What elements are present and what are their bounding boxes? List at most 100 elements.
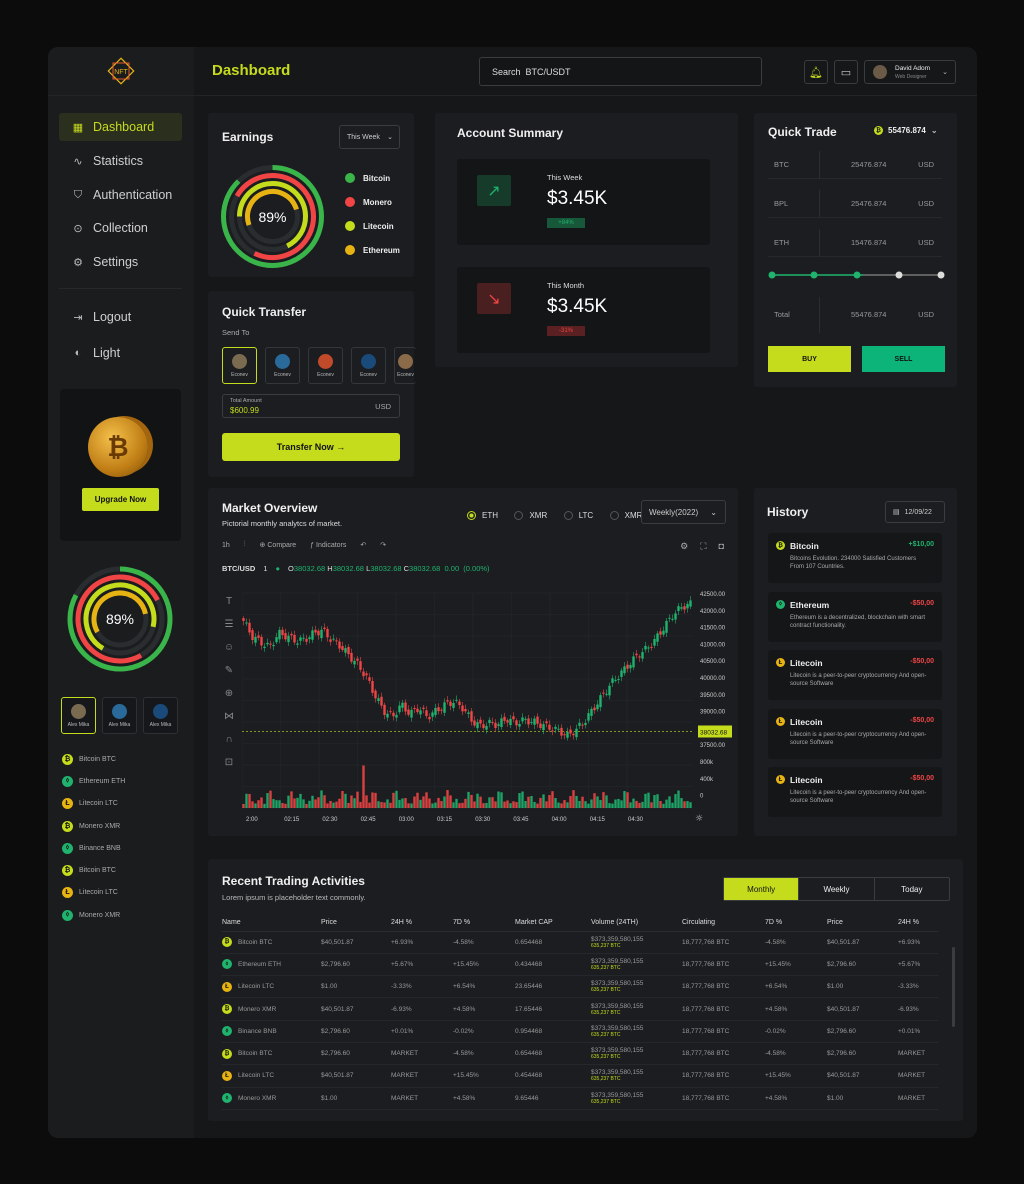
trade-row[interactable]: ETH 15476.874 USD — [768, 229, 942, 257]
list-item[interactable]: Ł Litecoin LTC — [62, 793, 125, 815]
volume-bar — [434, 802, 437, 808]
list-item[interactable]: ⬨ Ethereum ETH — [62, 770, 125, 792]
indicators-button[interactable]: ƒ Indicators — [310, 542, 346, 549]
sidebar-item-collection[interactable]: ⊙ Collection — [59, 214, 182, 242]
sliders-icon[interactable]: ☰ — [225, 619, 234, 630]
sidebar-item-dashboard[interactable]: ▦ Dashboard — [59, 113, 182, 141]
undo-icon[interactable]: ↶ — [360, 541, 366, 549]
avatar-card[interactable]: Alex Mika — [143, 697, 178, 734]
camera-icon[interactable]: ◘ — [719, 541, 724, 552]
buy-button[interactable]: BUY — [768, 346, 851, 372]
pair-radio[interactable]: XMR — [609, 511, 642, 520]
history-item[interactable]: Ł Litecoin -$50,00 Litecoin is a peer-to-pe… — [768, 767, 942, 817]
shield-icon: ⛉ — [73, 188, 83, 201]
table-row[interactable]: ⬨ Binance BNB $2,796.60 +0.01% -0.02% 0.95446… — [222, 1020, 938, 1043]
nft-logo[interactable]: NFT — [106, 56, 136, 86]
volume-bar — [269, 790, 272, 808]
volume-bar — [350, 795, 353, 808]
contact-card[interactable]: Econev — [351, 347, 386, 384]
message-button[interactable]: ▭ — [834, 60, 858, 84]
pair-radio[interactable]: LTC — [563, 511, 593, 520]
table-row[interactable]: Ł Litecoin LTC $40,501.87 MARKET +15.45% 0.45… — [222, 1064, 938, 1088]
redo-icon[interactable]: ↷ — [380, 541, 386, 549]
history-item[interactable]: Ł Litecoin -$50,00 Litecoin is a peer-to-pe… — [768, 709, 942, 759]
transfer-now-button[interactable]: Transfer Now → — [222, 433, 400, 461]
trade-slider[interactable] — [766, 269, 946, 281]
contact-card[interactable]: Econev — [265, 347, 300, 384]
candlestick-chart[interactable]: 42500.00 42000.00 41500.00 41000.00 40500.00… — [242, 588, 732, 830]
sidebar-item-authentication[interactable]: ⛉ Authentication — [59, 181, 182, 209]
candle — [491, 721, 494, 723]
volume-bar — [551, 791, 554, 808]
list-item[interactable]: ⬨ Monero XMR — [62, 904, 125, 926]
tab-today[interactable]: Today — [875, 878, 949, 900]
contact-card[interactable]: Econev — [222, 347, 257, 384]
magnet-icon[interactable]: ∩ — [225, 734, 232, 745]
amount-field[interactable]: Total Amount $600.99 USD — [222, 394, 400, 418]
list-item[interactable]: ₿ Monero XMR — [62, 815, 125, 837]
candle — [467, 712, 470, 714]
volume-bar — [596, 796, 599, 808]
balance-select[interactable]: ₿ 55476.874 ⌄ — [874, 126, 938, 135]
notification-button[interactable]: 🔔︎ — [804, 60, 828, 84]
pair-radio[interactable]: XMR — [514, 511, 547, 520]
pair-radio-group: ETH XMR LTC XMR — [467, 507, 654, 525]
search-input[interactable] — [479, 57, 762, 86]
avatar-card[interactable]: Alex Mika — [61, 697, 96, 734]
upgrade-now-button[interactable]: Upgrade Now — [82, 488, 159, 511]
candle — [386, 713, 389, 718]
table-row[interactable]: ⬨ Ethereum ETH $2,796.60 +5.67% +15.45% 0.434… — [222, 953, 938, 977]
avatar-card[interactable]: Alex Mika — [102, 697, 137, 734]
candle — [455, 699, 458, 701]
history-item[interactable]: ₿ Bitcoin +$10,00 Bitcoins Evolution. 23400… — [768, 533, 942, 583]
interval-button[interactable]: 1h — [222, 542, 230, 549]
contact-card[interactable]: Econev — [308, 347, 343, 384]
sidebar-item-settings[interactable]: ⚙ Settings — [59, 248, 182, 276]
trade-row[interactable]: BTC 25476.874 USD — [768, 151, 942, 179]
drawing-tools: T ☰ ☺ ✎ ⊕ ⋈ ∩ ⊡ — [222, 596, 236, 768]
lock-icon[interactable]: ⊡ — [225, 757, 233, 768]
settings-icon[interactable]: ⚙ — [680, 541, 688, 552]
table-row[interactable]: ⬨ Monero XMR $1.00 MARKET +4.58% 9.65446 $373,… — [222, 1087, 938, 1110]
compare-button[interactable]: ⊕ Compare — [260, 541, 297, 549]
history-item[interactable]: Ł Litecoin -$50,00 Litecoin is a peer-to-pe… — [768, 650, 942, 700]
text-tool-icon[interactable]: T — [226, 596, 232, 607]
volume-bar — [326, 803, 329, 808]
legend-item: Litecoin — [345, 214, 400, 238]
user-menu[interactable]: David Adom Web Designer ⌄ — [864, 60, 956, 84]
trade-row[interactable]: BPL 25476.874 USD — [768, 190, 942, 218]
tab-monthly[interactable]: Monthly — [724, 878, 800, 900]
table-scrollbar[interactable] — [952, 947, 955, 1027]
share-icon[interactable]: ⋈ — [224, 711, 234, 722]
list-item[interactable]: ⬨ Binance BNB — [62, 837, 125, 859]
table-row[interactable]: ₿ Bitcoin BTC $40,501.87 +6.93% -4.58% 0.6544… — [222, 931, 938, 954]
tab-weekly[interactable]: Weekly — [799, 878, 875, 900]
y-tick-label: 400k — [700, 777, 714, 783]
volume-bar — [569, 796, 572, 808]
contact-card[interactable]: Econev — [394, 347, 416, 384]
theme-toggle[interactable]: ◐ Light — [59, 339, 182, 367]
fullscreen-icon[interactable]: ⛶ — [700, 541, 706, 552]
volume-bar — [647, 792, 650, 808]
list-item[interactable]: ₿ Bitcoin BTC — [62, 748, 125, 770]
history-item[interactable]: ⬨ Ethereum -$50,00 Ethereum is a decentrali… — [768, 592, 942, 642]
zoom-in-icon[interactable]: ⊕ — [225, 688, 233, 699]
table-row[interactable]: ₿ Monero XMR $40,501.87 -6.93% +4.58% 17.6544… — [222, 997, 938, 1021]
candles-icon[interactable]: ⫶ — [244, 541, 246, 549]
sell-button[interactable]: SELL — [862, 346, 945, 372]
emoji-icon[interactable]: ☺ — [224, 642, 234, 653]
period-select[interactable]: This Week ⌄ — [339, 125, 400, 149]
table-row[interactable]: ₿ Bitcoin BTC $2,796.60 MARKET -4.58% 0.65446… — [222, 1042, 938, 1066]
sidebar-item-statistics[interactable]: ∿ Statistics — [59, 147, 182, 175]
candle — [341, 646, 344, 651]
ruler-icon[interactable]: ✎ — [225, 665, 233, 676]
list-item[interactable]: Ł Litecoin LTC — [62, 882, 125, 904]
date-picker[interactable]: ▤ 12/09/22 — [885, 501, 945, 523]
list-item[interactable]: ₿ Bitcoin BTC — [62, 859, 125, 881]
table-row[interactable]: Ł Litecoin LTC $1.00 -3.33% +6.54% 23.65446 $3… — [222, 975, 938, 999]
pair-radio[interactable]: ETH — [467, 511, 498, 520]
logout-button[interactable]: ⇥ Logout — [59, 303, 182, 331]
volume-bar — [626, 792, 629, 808]
period-select[interactable]: Weekly(2022) ⌄ — [641, 500, 726, 524]
volume-bar — [395, 790, 398, 808]
